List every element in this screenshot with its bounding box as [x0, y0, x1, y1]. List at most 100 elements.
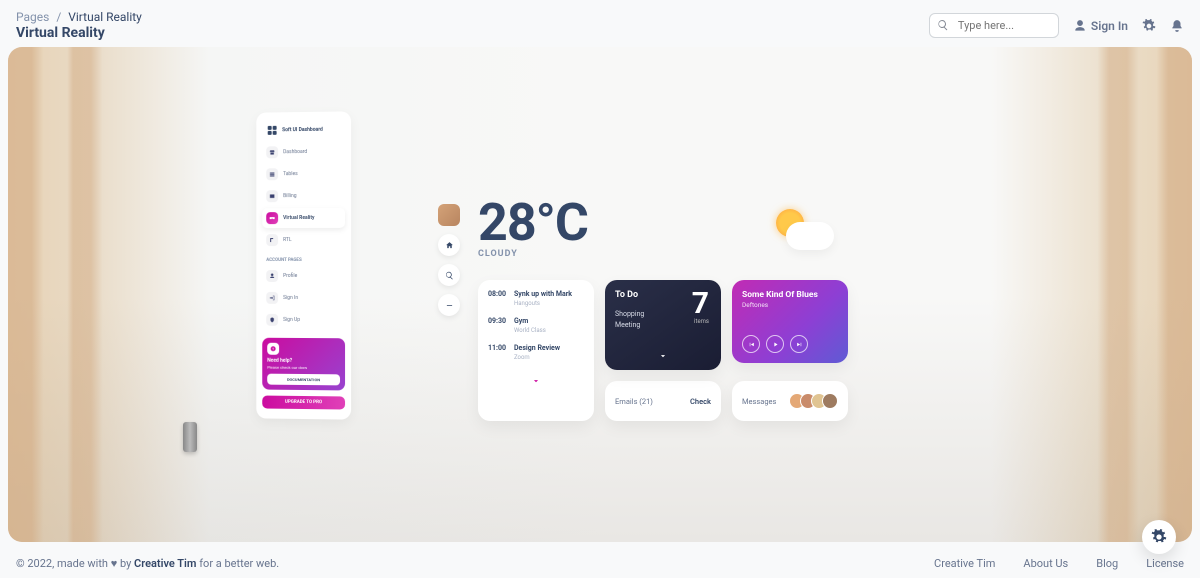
track-title: Some Kind Of Blues — [742, 290, 838, 300]
rtl-icon — [266, 234, 278, 246]
footer-brand-link[interactable]: Creative Tim — [134, 557, 196, 570]
sidebar-item-rtl[interactable]: RTL — [262, 230, 345, 250]
minimize-button[interactable] — [438, 294, 460, 316]
avatar[interactable] — [438, 204, 460, 226]
schedule-task: Gym — [514, 317, 546, 325]
heart-icon: ♥ — [111, 557, 118, 570]
temperature: 28°C — [478, 192, 588, 253]
breadcrumb-sep: / — [56, 10, 61, 24]
help-icon — [267, 343, 279, 355]
home-icon — [445, 241, 454, 250]
play-button[interactable] — [766, 335, 784, 353]
footer-link-creative-tim[interactable]: Creative Tim — [934, 557, 995, 570]
brand-title: Soft UI Dashboard — [282, 127, 323, 133]
sidebar: Soft UI Dashboard Dashboard Tables Billing… — [256, 111, 351, 419]
schedule-location: Zoom — [514, 354, 560, 361]
track-artist: Deftones — [742, 301, 838, 309]
help-card: Need help? Please check our docs DOCUMEN… — [262, 338, 345, 391]
schedule-location: World Class — [514, 327, 546, 334]
todo-expand[interactable] — [658, 346, 668, 365]
sidebar-item-label: Sign In — [283, 295, 298, 301]
music-player-card: Some Kind Of Blues Deftones — [732, 280, 848, 363]
schedule-task: Design Review — [514, 344, 560, 352]
chevron-down-icon — [531, 376, 541, 386]
sidebar-item-label: Virtual Reality — [283, 215, 314, 221]
sidebar-item-billing[interactable]: Billing — [262, 186, 345, 207]
next-icon — [796, 341, 803, 348]
chevron-down-icon — [658, 351, 668, 361]
messages-avatars — [794, 393, 838, 409]
signin-link[interactable]: Sign In — [1073, 19, 1128, 33]
copyright-suffix: for a better web. — [199, 557, 279, 570]
tables-icon — [266, 168, 278, 180]
prev-icon — [748, 341, 755, 348]
minus-icon — [445, 301, 454, 310]
sidebar-item-label: Profile — [283, 273, 297, 279]
search-field[interactable] — [929, 13, 1059, 38]
schedule-time: 09:30 — [488, 317, 508, 334]
breadcrumb: Pages / Virtual Reality — [16, 10, 142, 24]
search-icon — [445, 271, 454, 280]
footer-link-about-us[interactable]: About Us — [1023, 557, 1068, 570]
messages-card[interactable]: Messages — [732, 381, 848, 421]
sidebar-item-label: Tables — [283, 171, 298, 177]
door-hinge — [183, 422, 197, 452]
copyright-mid: by — [120, 557, 134, 570]
next-button[interactable] — [790, 335, 808, 353]
weather-illustration — [758, 204, 838, 259]
sidebar-item-tables[interactable]: Tables — [262, 164, 345, 185]
gear-icon — [1151, 529, 1167, 545]
schedule-row[interactable]: 09:30 Gym World Class — [488, 317, 584, 334]
todo-card[interactable]: To Do 7 items ShoppingMeeting — [605, 280, 721, 370]
footer-link-blog[interactable]: Blog — [1096, 557, 1118, 570]
brand-logo-icon — [266, 124, 278, 136]
billing-icon — [266, 190, 278, 202]
sidebar-item-profile[interactable]: Profile — [262, 266, 345, 286]
sidebar-item-label: RTL — [283, 237, 292, 243]
home-button[interactable] — [438, 234, 460, 256]
copyright-prefix: © 2022, made with — [16, 557, 111, 570]
sidebar-item-label: Sign Up — [283, 317, 300, 323]
schedule-row[interactable]: 11:00Design ReviewZoom — [488, 344, 584, 361]
schedule-row[interactable]: 08:00Synk up with MarkHangouts — [488, 290, 584, 307]
breadcrumb-current: Virtual Reality — [68, 10, 142, 24]
search-button[interactable] — [438, 264, 460, 286]
footer: © 2022, made with ♥ by Creative Tim for … — [0, 549, 1200, 578]
sidebar-item-label: Billing — [283, 193, 296, 199]
schedule-task: Synk up with Mark — [514, 290, 572, 298]
sidebar-item-sign-in[interactable]: Sign In — [262, 288, 345, 308]
emails-check-link[interactable]: Check — [690, 397, 711, 406]
documentation-button[interactable]: DOCUMENTATION — [267, 374, 340, 386]
vr-canvas: Soft UI Dashboard Dashboard Tables Billing… — [8, 47, 1192, 542]
search-icon — [937, 19, 949, 31]
schedule-card: 08:00Synk up with MarkHangouts09:30GymWo… — [478, 280, 594, 421]
upgrade-button[interactable]: UPGRADE TO PRO — [262, 396, 345, 410]
vr-icon — [266, 212, 278, 224]
user-icon — [1073, 19, 1087, 33]
settings-icon[interactable] — [1142, 19, 1156, 33]
breadcrumb-root[interactable]: Pages — [16, 10, 49, 24]
sidebar-item-virtual-reality[interactable]: Virtual Reality — [262, 208, 345, 228]
sidebar-item-label: Dashboard — [283, 149, 307, 155]
sidebar-item-dashboard[interactable]: Dashboard — [262, 142, 345, 163]
footer-link-license[interactable]: License — [1146, 557, 1184, 570]
profile-icon — [266, 270, 278, 282]
avatar-4 — [822, 393, 838, 409]
bell-icon[interactable] — [1170, 19, 1184, 33]
todo-count: 7 — [692, 286, 709, 321]
prev-button[interactable] — [742, 335, 760, 353]
page-title: Virtual Reality — [16, 25, 142, 41]
schedule-expand[interactable] — [488, 371, 584, 390]
todo-items-label: items — [694, 318, 709, 325]
settings-fab[interactable] — [1142, 520, 1176, 554]
signin-icon — [266, 292, 278, 304]
cloud-icon — [786, 222, 834, 250]
sidebar-section-label: ACCOUNT PAGES — [262, 252, 345, 266]
signup-icon — [266, 314, 278, 326]
play-icon — [772, 341, 779, 348]
schedule-time: 08:00 — [488, 290, 508, 307]
emails-label: Emails (21) — [615, 397, 653, 406]
emails-card: Emails (21) Check — [605, 381, 721, 421]
sidebar-item-sign-up[interactable]: Sign Up — [262, 310, 345, 330]
help-subtitle: Please check our docs — [267, 365, 340, 371]
